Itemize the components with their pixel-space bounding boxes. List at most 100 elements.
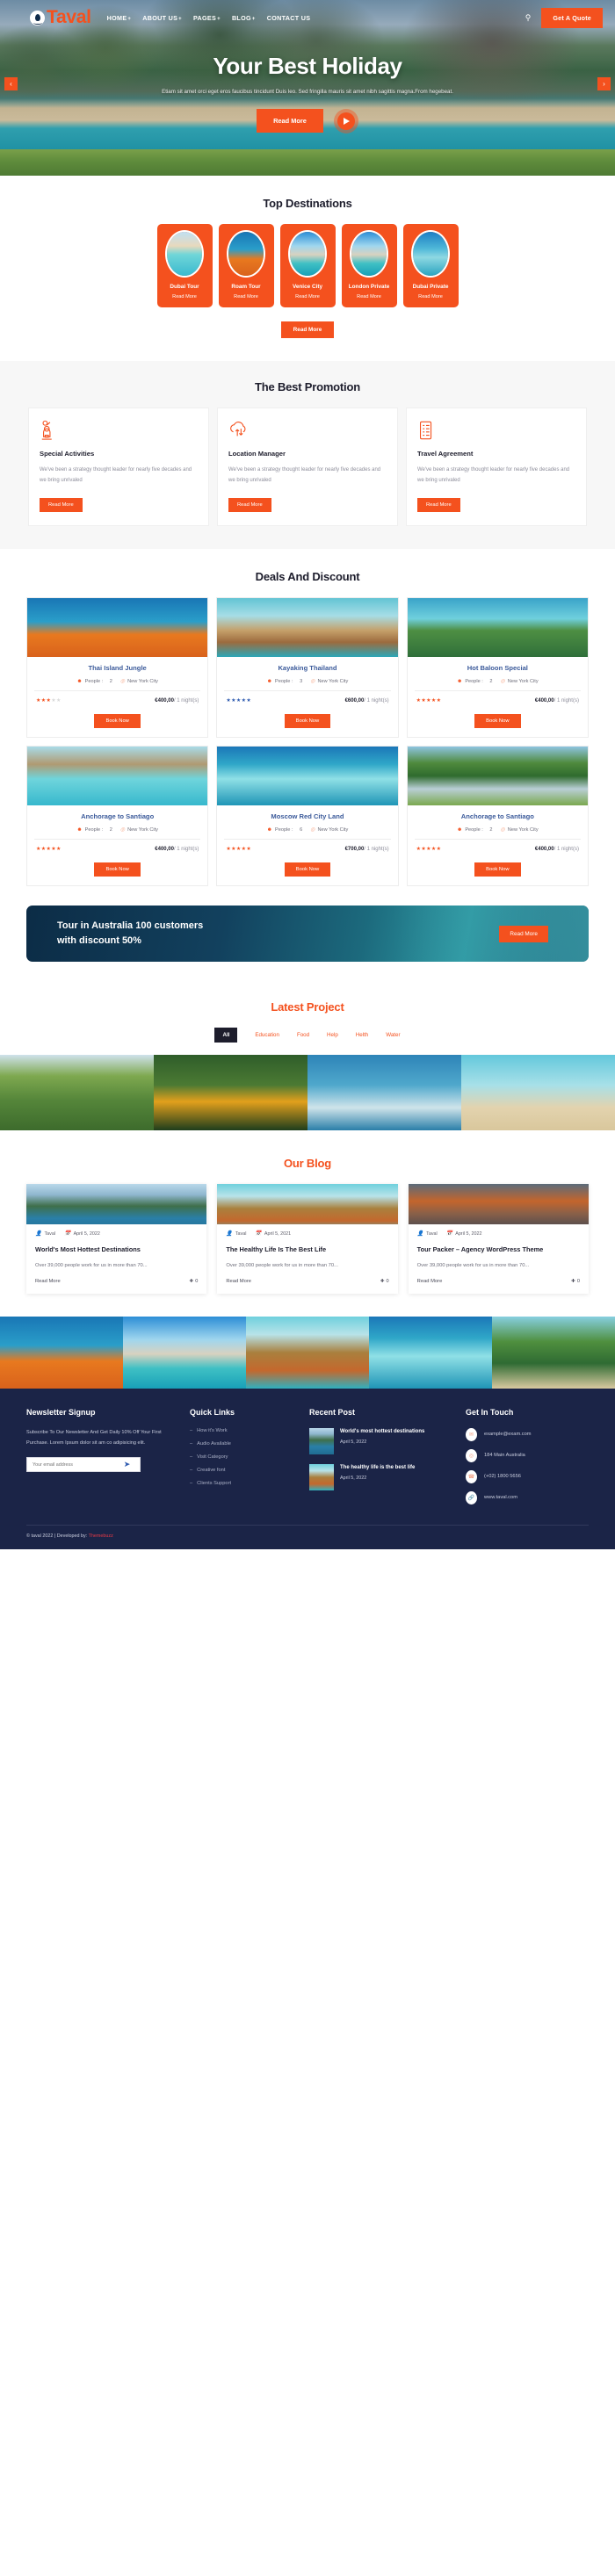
project-filter-food[interactable]: Food bbox=[297, 1032, 309, 1038]
deal-card[interactable]: Kayaking Thailand ☻ People : 3 ◎ New York … bbox=[216, 597, 399, 738]
blog-read-more[interactable]: Read More bbox=[417, 1279, 443, 1284]
destinations-row: Dubai Tour Read More Roam Tour Read More… bbox=[26, 224, 589, 307]
project-filter-helth[interactable]: Helth bbox=[356, 1032, 368, 1038]
destination-name: Venice City bbox=[292, 284, 323, 290]
footer-post-thumbnail bbox=[309, 1427, 334, 1454]
destination-read-more[interactable]: Read More bbox=[407, 294, 455, 299]
dash-icon: – bbox=[190, 1454, 193, 1460]
site-logo[interactable]: Taval bbox=[30, 7, 91, 28]
developer-link[interactable]: Themebuzz bbox=[89, 1533, 113, 1539]
newsletter-email-input[interactable] bbox=[26, 1457, 114, 1473]
footer-link-visit-category[interactable]: – Visit Category bbox=[190, 1454, 300, 1460]
blog-read-more[interactable]: Read More bbox=[226, 1279, 251, 1284]
get-a-quote-button[interactable]: Get A Quote bbox=[541, 7, 603, 28]
destination-read-more[interactable]: Read More bbox=[222, 294, 271, 299]
nav-caret-icon: + bbox=[251, 16, 256, 22]
best-promotion-section: The Best Promotion Special Activities We… bbox=[0, 361, 615, 549]
footer-link-clients-support[interactable]: – Clients Support bbox=[190, 1481, 300, 1486]
footer-link-creative-font[interactable]: – Creative font bbox=[190, 1468, 300, 1473]
destination-read-more[interactable]: Read More bbox=[284, 294, 332, 299]
copyright-prefix: © taval 2022 | Developed by: bbox=[26, 1533, 89, 1539]
project-gallery-item[interactable] bbox=[308, 1055, 461, 1130]
footer-post-title: World's most hottest destinations bbox=[340, 1428, 425, 1434]
book-now-button[interactable]: Book Now bbox=[284, 862, 331, 877]
deal-card[interactable]: Anchorage to Santiago ☻ People : 2 ◎ New Y… bbox=[406, 746, 589, 886]
promotion-read-more-button[interactable]: Read More bbox=[228, 498, 271, 512]
footer-contact-address[interactable]: ◎ 184 Main Australia bbox=[466, 1448, 589, 1462]
footer-contact-email[interactable]: ✉ example@exam.com bbox=[466, 1427, 589, 1441]
hero-read-more-button[interactable]: Read More bbox=[257, 109, 323, 133]
play-icon[interactable] bbox=[333, 108, 358, 133]
deal-card[interactable]: Moscow Red City Land ☻ People : 6 ◎ New Yo… bbox=[216, 746, 399, 886]
page-root: Taval HOME+ ABOUT US+ PAGES+ BLOG+ CONTA… bbox=[0, 0, 615, 1549]
nav-item-home[interactable]: HOME+ bbox=[107, 14, 132, 22]
newsletter-form: ➤ bbox=[26, 1457, 141, 1473]
project-gallery bbox=[0, 1055, 615, 1130]
footer-recent-post-item[interactable]: The healthy life is the best life April … bbox=[309, 1463, 457, 1490]
blog-read-more[interactable]: Read More bbox=[35, 1279, 61, 1284]
deal-card[interactable]: Thai Island Jungle ☻ People : 2 ◎ New York… bbox=[26, 597, 209, 738]
deal-image bbox=[407, 598, 588, 657]
deal-card[interactable]: Hot Baloon Special ☻ People : 2 ◎ New York… bbox=[406, 597, 589, 738]
project-gallery-item[interactable] bbox=[154, 1055, 308, 1130]
destination-card[interactable]: Dubai Tour Read More bbox=[156, 224, 213, 307]
destination-card[interactable]: Venice City Read More bbox=[279, 224, 336, 307]
latest-project-section: Latest Project All Education Food Help H… bbox=[0, 981, 615, 1130]
cta-banner: Tour in Australia 100 customers with dis… bbox=[26, 906, 589, 962]
destination-read-more[interactable]: Read More bbox=[345, 294, 394, 299]
deal-people: ☻ People : 2 bbox=[76, 678, 112, 684]
nav-item-pages[interactable]: PAGES+ bbox=[193, 14, 221, 22]
deal-card[interactable]: Anchorage to Santiago ☻ People : 2 ◎ New Y… bbox=[26, 746, 209, 886]
blog-card[interactable]: 👤 Taval 📅 April 5, 2022 Tour Packer – Agen… bbox=[408, 1184, 589, 1294]
footer-contact-phone[interactable]: ☎ (+02) 1800 5656 bbox=[466, 1469, 589, 1483]
promotion-read-more-button[interactable]: Read More bbox=[417, 498, 460, 512]
deal-location: ◎ New York City bbox=[310, 826, 349, 833]
cta-read-more-button[interactable]: Read More bbox=[499, 925, 548, 942]
send-icon[interactable]: ➤ bbox=[114, 1457, 141, 1473]
deal-image bbox=[217, 747, 398, 805]
blog-excerpt: Over 39,000 people work for us in more t… bbox=[416, 1263, 530, 1269]
nav-item-about-us[interactable]: ABOUT US+ bbox=[142, 14, 182, 22]
footer-recent-post-item[interactable]: World's most hottest destinations April … bbox=[309, 1427, 457, 1454]
blog-card[interactable]: 👤 Taval 📅 April 5, 2022 World's Most Hotte… bbox=[26, 1184, 207, 1294]
nav-item-blog[interactable]: BLOG+ bbox=[232, 14, 256, 22]
map-marker-icon: ◎ bbox=[119, 679, 126, 684]
search-icon[interactable]: ⚲ bbox=[525, 13, 532, 23]
project-filter-education[interactable]: Education bbox=[255, 1032, 279, 1038]
destination-read-more[interactable]: Read More bbox=[161, 294, 209, 299]
project-filter-all[interactable]: All bbox=[214, 1028, 238, 1043]
blog-card[interactable]: 👤 Taval 📅 April 5, 2021 The Healthy Life I… bbox=[217, 1184, 398, 1294]
book-now-button[interactable]: Book Now bbox=[474, 714, 521, 728]
book-now-button[interactable]: Book Now bbox=[284, 714, 331, 728]
plus-icon: ✚ bbox=[189, 1278, 194, 1284]
footer-contact-website[interactable]: 🔗 www.taval.com bbox=[466, 1490, 589, 1504]
destination-card[interactable]: London Private Read More bbox=[341, 224, 397, 307]
deal-title: Moscow Red City Land bbox=[271, 812, 344, 820]
destinations-read-more-button[interactable]: Read More bbox=[280, 321, 335, 338]
nav-item-contact-us[interactable]: CONTACT US bbox=[267, 14, 311, 22]
hero-next-arrow[interactable]: › bbox=[597, 77, 611, 90]
people-icon: ☻ bbox=[266, 678, 272, 684]
calendar-icon: 📅 bbox=[255, 1231, 262, 1237]
project-filter-water[interactable]: Water bbox=[386, 1032, 400, 1038]
deal-price: €400,00/ 1 night(s) bbox=[534, 846, 579, 852]
project-gallery-item[interactable] bbox=[0, 1055, 154, 1130]
map-marker-icon: ◎ bbox=[500, 679, 505, 684]
footer-get-in-touch-title: Get In Touch bbox=[466, 1407, 514, 1417]
location-pin-icon bbox=[30, 10, 45, 25]
footer-link-how-its-work[interactable]: – How it's Work bbox=[190, 1428, 300, 1433]
book-now-button[interactable]: Book Now bbox=[94, 714, 141, 728]
book-now-button[interactable]: Book Now bbox=[94, 862, 141, 877]
book-now-button[interactable]: Book Now bbox=[474, 862, 521, 877]
destination-card[interactable]: Roam Tour Read More bbox=[218, 224, 274, 307]
project-filter-help[interactable]: Help bbox=[327, 1032, 338, 1038]
deal-meta: ☻ People : 3 ◎ New York City bbox=[224, 678, 391, 691]
calendar-icon: 📅 bbox=[64, 1231, 71, 1237]
blog-meta: 👤 Taval 📅 April 5, 2021 bbox=[226, 1224, 388, 1245]
project-gallery-item[interactable] bbox=[461, 1055, 615, 1130]
section-title-promotion: The Best Promotion bbox=[255, 380, 360, 393]
promotion-read-more-button[interactable]: Read More bbox=[40, 498, 83, 512]
footer-link-audio-available[interactable]: – Audio Available bbox=[190, 1441, 300, 1447]
destination-card[interactable]: Dubai Private Read More bbox=[402, 224, 459, 307]
hero-prev-arrow[interactable]: ‹ bbox=[4, 77, 18, 90]
